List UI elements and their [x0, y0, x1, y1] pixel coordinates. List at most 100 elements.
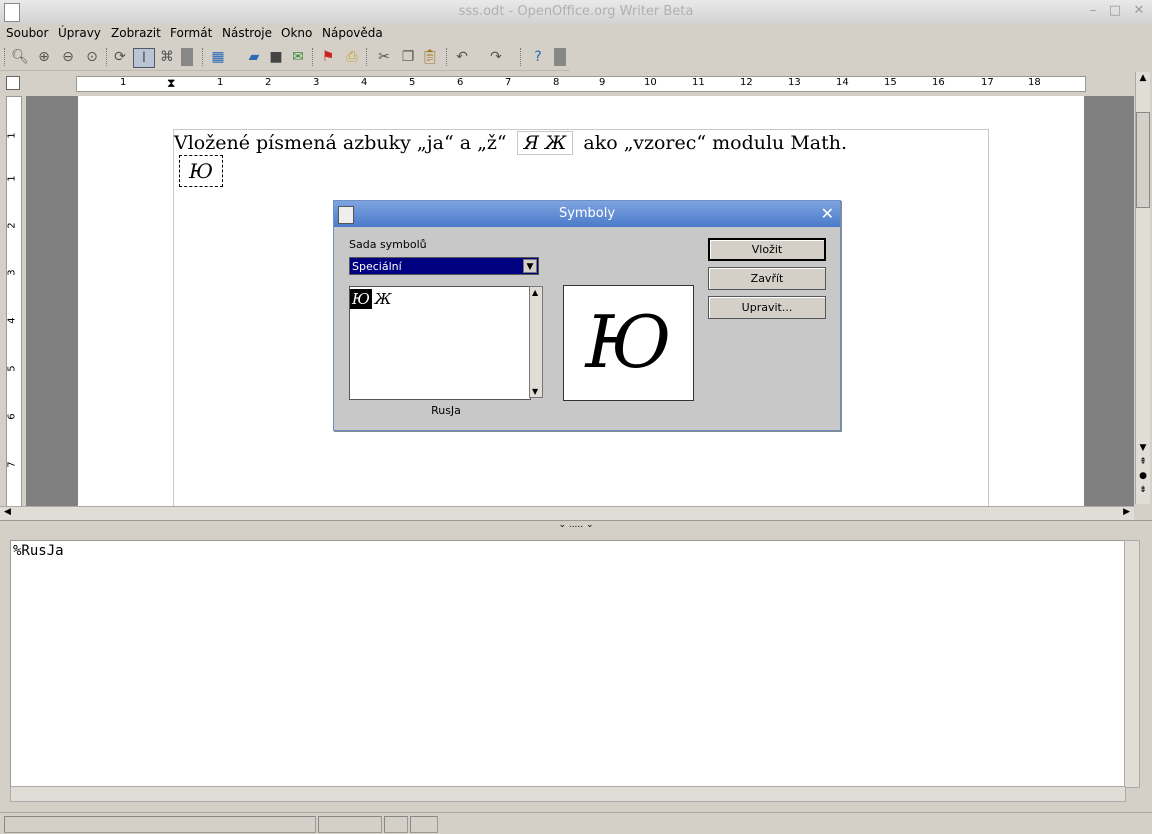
- undo-icon[interactable]: ↶: [452, 48, 472, 66]
- ruler-label: 17: [981, 77, 994, 88]
- menu-format[interactable]: Formát: [170, 26, 212, 40]
- ruler-tab-selector[interactable]: [6, 76, 20, 90]
- close-icon[interactable]: ✕: [821, 201, 834, 227]
- ruler-label: 6: [457, 77, 464, 88]
- ruler-label: 3: [6, 269, 18, 276]
- send-icon[interactable]: ✉: [288, 48, 308, 66]
- save-icon[interactable]: ■: [266, 48, 286, 66]
- window-title: sss.odt - OpenOffice.org Writer Beta: [458, 4, 694, 19]
- text-run: ako „vzorec“ modulu Math.: [583, 132, 848, 154]
- editor-horizontal-scrollbar[interactable]: [10, 786, 1126, 802]
- menu-napoveda[interactable]: Nápověda: [322, 26, 383, 40]
- help-icon[interactable]: ?: [528, 48, 548, 66]
- formula-editor[interactable]: %RusJa: [10, 540, 1126, 788]
- dialog-app-icon: [338, 206, 354, 224]
- ruler-label: 5: [6, 365, 18, 372]
- ruler-label: 1: [6, 132, 18, 139]
- menu-okno[interactable]: Okno: [281, 26, 312, 40]
- zoom-in-icon[interactable]: ⊕: [34, 48, 54, 66]
- scroll-down-icon[interactable]: ▼: [1136, 442, 1150, 454]
- formula-command-text[interactable]: %RusJa: [13, 543, 64, 559]
- previous-page-icon[interactable]: ⇞: [1136, 456, 1150, 468]
- navigator-icon[interactable]: ●: [1136, 470, 1150, 482]
- close-icon[interactable]: ✕: [1130, 3, 1148, 19]
- symbol-set-label: Sada symbolů: [349, 238, 427, 251]
- ruler-label: 12: [740, 77, 753, 88]
- ruler-label: 7: [505, 77, 512, 88]
- scroll-left-icon[interactable]: ◀: [4, 507, 11, 517]
- status-bar: [0, 812, 1152, 834]
- cut-icon[interactable]: ✂: [374, 48, 394, 66]
- document-text-line[interactable]: Vložené písmená azbuky „ja“ a „ž“ Я Ж ako …: [174, 131, 847, 155]
- zoom-page-icon[interactable]: ⊙: [82, 48, 102, 66]
- symbol-set-select[interactable]: Speciální ▼: [349, 257, 539, 275]
- indent-marker-icon[interactable]: ⧗: [167, 76, 175, 91]
- toolbar-more-icon[interactable]: [554, 48, 566, 66]
- ruler-label: 14: [836, 77, 849, 88]
- edit-button[interactable]: Upravit...: [708, 296, 826, 319]
- paste-icon[interactable]: 📋︎: [420, 48, 440, 66]
- document-vertical-scrollbar[interactable]: ▲ ▼ ⇞ ● ⇟: [1135, 72, 1150, 504]
- open-icon[interactable]: ▰: [244, 48, 264, 66]
- ruler-label: 1: [217, 77, 224, 88]
- toolbar-separator: [312, 48, 315, 66]
- insert-button[interactable]: Vložit: [708, 238, 826, 261]
- scroll-down-icon[interactable]: ▼: [532, 387, 538, 396]
- status-cell: [410, 816, 438, 833]
- ruler-label: 1: [120, 77, 127, 88]
- symbols-dialog: Symboly ✕ Sada symbolů Speciální ▼ Ю Ж ▲…: [333, 200, 841, 431]
- standard-toolbar: 🔍︎ ⊕ ⊖ ⊙ ⟳ I ⌘ ▦ ▰ ■ ✉ ⚑ ⎙ ✂ ❐ 📋︎ ↶ ↷ ?: [0, 44, 570, 71]
- scrollbar-thumb[interactable]: [1136, 112, 1150, 208]
- menu-upravy[interactable]: Úpravy: [58, 26, 101, 40]
- symbol-preview: Ю: [563, 285, 694, 401]
- redo-icon[interactable]: ↷: [486, 48, 506, 66]
- horizontal-ruler[interactable]: 1 ⧗ 1 2 3 4 5 6 7 8 9 10 11 12 13 14 15 …: [76, 76, 1086, 92]
- ruler-label: 16: [932, 77, 945, 88]
- menu-soubor[interactable]: Soubor: [6, 26, 48, 40]
- dialog-title-bar[interactable]: Symboly ✕: [334, 201, 840, 227]
- scroll-up-icon[interactable]: ▲: [1136, 72, 1150, 84]
- cursor-icon[interactable]: I: [133, 48, 155, 68]
- ruler-label: 3: [313, 77, 320, 88]
- ruler-label: 10: [644, 77, 657, 88]
- symbol-item[interactable]: Ж: [372, 289, 394, 309]
- selected-formula-object[interactable]: Ю: [179, 155, 223, 187]
- menu-zobrazit[interactable]: Zobrazit: [111, 26, 161, 40]
- dropdown-icon[interactable]: [181, 48, 193, 66]
- menu-nastroje[interactable]: Nástroje: [222, 26, 272, 40]
- ruler-label: 2: [6, 222, 18, 229]
- vertical-ruler[interactable]: 1 1 2 3 4 5 6 7: [6, 96, 22, 508]
- ruler-label: 4: [361, 77, 368, 88]
- minimize-button[interactable]: –: [1084, 3, 1102, 19]
- ruler-label: 9: [599, 77, 606, 88]
- editor-vertical-scrollbar[interactable]: [1124, 540, 1140, 788]
- inline-formula[interactable]: Я Ж: [516, 131, 574, 155]
- ruler-label: 11: [692, 77, 705, 88]
- chevron-down-icon[interactable]: ▼: [523, 259, 537, 273]
- symbol-list-scrollbar[interactable]: ▲ ▼: [529, 286, 543, 398]
- window-splitter[interactable]: ⌄ ..... ⌄: [0, 520, 1152, 531]
- status-cell: [318, 816, 382, 833]
- title-bar: sss.odt - OpenOffice.org Writer Beta – □…: [0, 0, 1152, 25]
- document-horizontal-scrollbar[interactable]: ◀ ▶: [0, 506, 1134, 521]
- zoom-out-icon[interactable]: ⊖: [58, 48, 78, 66]
- scroll-right-icon[interactable]: ▶: [1123, 507, 1130, 517]
- print-icon[interactable]: ⎙: [342, 48, 362, 66]
- refresh-icon[interactable]: ⟳: [110, 48, 130, 66]
- toolbar-separator: [202, 48, 205, 66]
- close-button[interactable]: Zavřít: [708, 267, 826, 290]
- copy-icon[interactable]: ❐: [398, 48, 418, 66]
- text-run: Vložené písmená azbuky „ja“ a „ž“: [174, 132, 507, 154]
- command-icon[interactable]: ⌘: [157, 48, 177, 66]
- next-page-icon[interactable]: ⇟: [1136, 484, 1150, 496]
- symbol-item-selected[interactable]: Ю: [350, 289, 372, 309]
- zoom-icon[interactable]: 🔍︎: [10, 48, 30, 66]
- scroll-up-icon[interactable]: ▲: [532, 288, 538, 297]
- formula-icon[interactable]: ▦: [208, 48, 228, 66]
- symbol-list[interactable]: Ю Ж: [349, 286, 531, 400]
- symbol-set-value: Speciální: [352, 260, 402, 273]
- toolbar-separator: [446, 48, 449, 66]
- ruler-label: 13: [788, 77, 801, 88]
- pdf-icon[interactable]: ⚑: [318, 48, 338, 66]
- maximize-button[interactable]: □: [1106, 3, 1124, 19]
